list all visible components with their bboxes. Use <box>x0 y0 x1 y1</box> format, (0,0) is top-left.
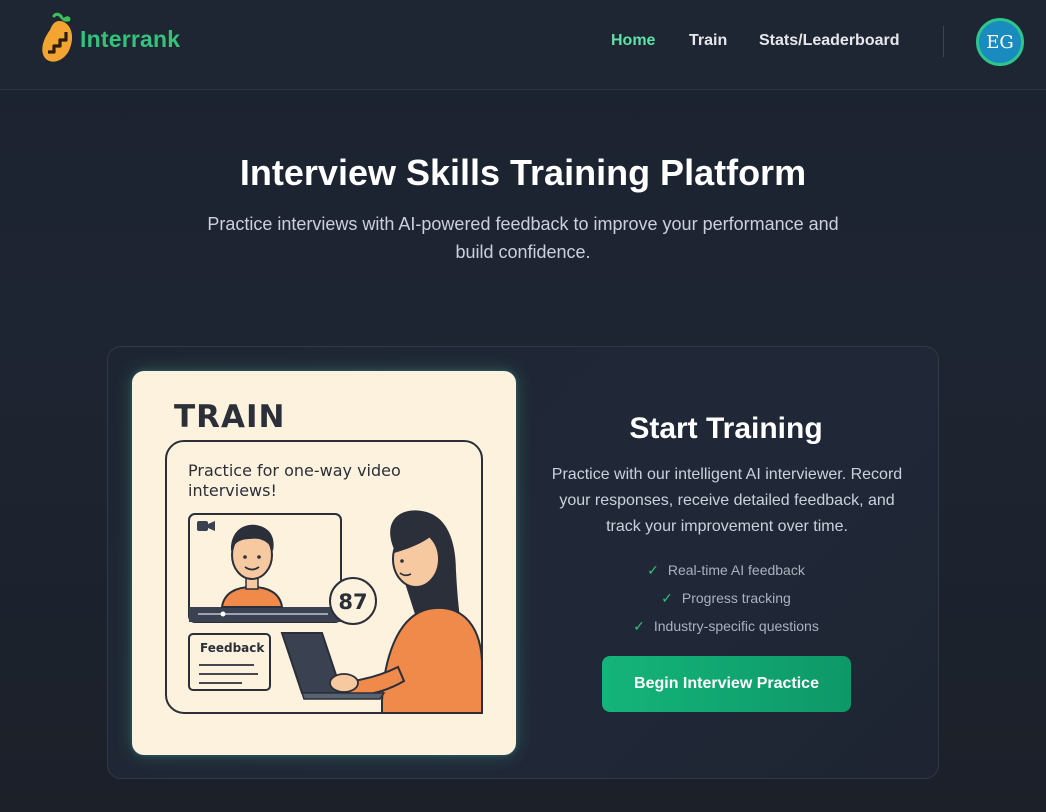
page-title: Interview Skills Training Platform <box>239 152 807 193</box>
feature-item: ✓ Progress tracking <box>516 584 936 612</box>
feature-item: ✓ Real-time AI feedback <box>516 556 936 584</box>
train-illustration: TRAIN Practice for one-way video intervi… <box>132 371 516 755</box>
mango-logo-icon <box>42 12 73 62</box>
user-avatar[interactable]: EG <box>976 18 1024 66</box>
feature-label: Progress tracking <box>681 590 791 606</box>
check-icon: ✓ <box>633 617 645 634</box>
illustration-score: 87 <box>338 590 368 614</box>
brand-name: Interrank <box>80 25 181 52</box>
illustration-feedback-label: Feedback <box>200 641 265 655</box>
video-camera-icon <box>197 521 215 531</box>
nav-train[interactable]: Train <box>689 32 727 50</box>
feature-label: Real-time AI feedback <box>667 562 805 578</box>
check-icon: ✓ <box>647 561 659 578</box>
feature-item: ✓ Industry-specific questions <box>516 612 936 640</box>
start-training-description: Practice with our intelligent AI intervi… <box>551 466 903 535</box>
feature-list: ✓ Real-time AI feedback ✓ Progress track… <box>516 556 936 640</box>
illustration-caption: Practice for one-way video interviews! <box>188 461 401 500</box>
begin-interview-practice-button[interactable]: Begin Interview Practice <box>602 656 851 712</box>
start-training-title: Start Training <box>629 412 823 445</box>
illustration-title: TRAIN <box>174 399 286 435</box>
feature-label: Industry-specific questions <box>653 618 819 634</box>
top-navbar: Interrank Home Train Stats/Leaderboard E… <box>0 0 1046 90</box>
nav-home[interactable]: Home <box>611 32 655 50</box>
check-icon: ✓ <box>661 589 673 606</box>
brand-logo[interactable]: Interrank <box>40 12 180 66</box>
nav-stats-leaderboard[interactable]: Stats/Leaderboard <box>759 32 899 50</box>
page-subtitle: Practice interviews with AI-powered feed… <box>207 214 839 262</box>
nav-divider <box>943 26 944 57</box>
